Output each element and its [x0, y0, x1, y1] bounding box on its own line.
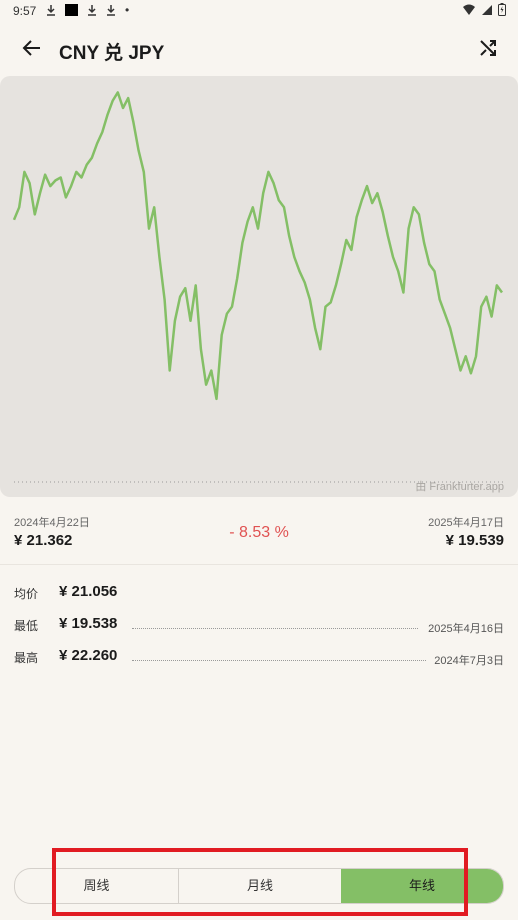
low-label: 最低 [14, 619, 39, 633]
status-bar: 9:57 • [0, 0, 518, 22]
status-time: 9:57 [13, 4, 37, 18]
highlight-box [52, 848, 468, 916]
range-end-date: 2025年4月17日 [428, 517, 504, 529]
download-icon [47, 5, 55, 16]
app-square-icon [65, 4, 78, 16]
signal-icon [482, 4, 492, 15]
low-date: 2025年4月16日 [428, 623, 504, 635]
avg-value: ¥ 21.056 [59, 583, 118, 600]
more-notifications-icon: • [125, 3, 130, 17]
shuffle-icon [480, 40, 496, 56]
chart-source-label: 由 Frankfurter.app [415, 481, 504, 493]
rate-chart: 由 Frankfurter.app [0, 76, 518, 497]
range-end-value: ¥ 19.539 [445, 532, 504, 549]
divider [0, 564, 518, 565]
shuffle-button[interactable] [476, 36, 500, 60]
rate-chart-svg [12, 91, 504, 483]
download-icon [107, 5, 115, 16]
high-value: ¥ 22.260 [59, 647, 118, 664]
battery-icon [498, 3, 506, 16]
avg-label: 均价 [14, 587, 39, 601]
back-button[interactable] [20, 36, 44, 60]
notification-icons: • [46, 3, 129, 17]
rate-line [12, 91, 504, 401]
low-dots [132, 628, 418, 629]
app-bar: CNY 兑 JPY [0, 30, 518, 68]
download-icon [88, 5, 96, 16]
page-title: CNY 兑 JPY [59, 43, 165, 64]
low-value: ¥ 19.538 [59, 615, 118, 632]
wifi-icon [463, 4, 475, 15]
arrow-left-icon [22, 40, 40, 56]
high-label: 最高 [14, 651, 39, 665]
system-icons [462, 3, 506, 16]
high-date: 2024年7月3日 [434, 655, 504, 667]
high-dots [132, 660, 426, 661]
